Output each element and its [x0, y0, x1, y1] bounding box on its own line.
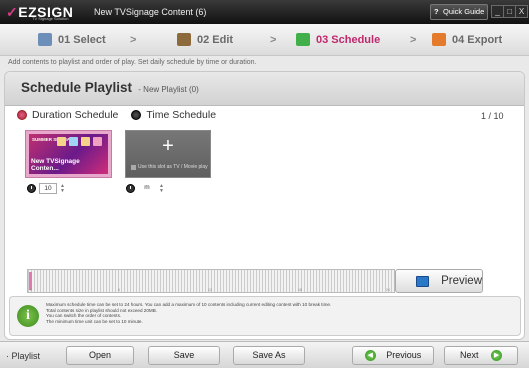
quick-guide-button[interactable]: ? Quick Guide	[430, 4, 488, 20]
edit-icon	[177, 33, 191, 46]
schedule-panel: Schedule Playlist - New Playlist (0) Dur…	[4, 71, 525, 340]
step-label: 04 Export	[452, 33, 503, 46]
slot-duration: m ▲ ▼	[126, 183, 164, 194]
save-as-button[interactable]: Save As	[233, 346, 305, 365]
previous-label: Previous	[386, 350, 422, 360]
product-tile	[81, 137, 90, 146]
add-slot-text: Use this slot as TV / Movie play	[138, 164, 208, 170]
panel-title: Schedule Playlist	[21, 80, 133, 95]
step-arrow: >	[410, 34, 417, 46]
content-thumbnail[interactable]: SUMMER SPECIALS New TVSignage Conten...	[25, 130, 112, 178]
step-arrow: >	[270, 34, 277, 46]
arrow-left-icon: ◀	[364, 350, 376, 362]
previous-button[interactable]: ◀ Previous	[352, 346, 434, 365]
info-line: The minimum time unit can be set to 10 m…	[46, 318, 143, 324]
step-export[interactable]: 04 Export	[432, 33, 502, 46]
plus-icon: +	[162, 135, 174, 157]
bottom-toolbar: · Playlist Open Save Save As ◀ Previous …	[0, 341, 529, 368]
close-button[interactable]: X	[515, 5, 528, 18]
content-caption: New TVSignage Conten...	[31, 158, 80, 172]
playlist-name: - New Playlist (0)	[138, 85, 199, 94]
content-preview-image: SUMMER SPECIALS New TVSignage Conten...	[29, 134, 108, 174]
step-arrow: >	[130, 34, 137, 46]
next-button[interactable]: Next ▶	[444, 346, 518, 365]
duration-schedule-radio[interactable]	[17, 110, 27, 120]
export-icon	[432, 33, 446, 46]
stepper-down-icon[interactable]: ▼	[159, 188, 164, 194]
step-label: 01 Select	[58, 33, 106, 46]
product-tile	[93, 137, 102, 146]
timeline-tick: 12	[208, 288, 212, 292]
preview-button[interactable]: Preview	[395, 269, 483, 293]
monitor-icon	[416, 275, 430, 287]
stepper-down-icon[interactable]: ▼	[60, 188, 65, 194]
schedule-timeline[interactable]: 0 6 12 18 24	[27, 269, 395, 293]
checkbox-icon[interactable]	[131, 164, 136, 170]
logo-subtitle: TV Signage Solution	[32, 16, 69, 21]
timeline-tick: 6	[118, 288, 120, 292]
step-label: 03 Schedule	[316, 33, 381, 46]
preview-label: Preview	[441, 275, 482, 287]
quick-guide-label: Quick Guide	[443, 7, 485, 16]
duration-stepper[interactable]: ▲ ▼	[60, 183, 65, 194]
add-content-slot[interactable]: + Use this slot as TV / Movie play	[125, 130, 211, 178]
step-edit[interactable]: 02 Edit	[177, 33, 233, 46]
clock-icon	[126, 184, 135, 193]
product-tile	[57, 137, 66, 146]
info-icon: i	[17, 305, 39, 327]
time-schedule-radio[interactable]	[131, 110, 142, 120]
step-schedule[interactable]: 03 Schedule	[296, 33, 380, 46]
info-box: i Maximum schedule time can be set to 24…	[9, 296, 521, 336]
step-select[interactable]: 01 Select	[38, 33, 106, 46]
arrow-right-icon: ▶	[491, 350, 503, 362]
help-icon: ?	[434, 7, 439, 16]
next-label: Next	[459, 350, 479, 360]
time-schedule-label[interactable]: Time Schedule	[146, 109, 216, 121]
slot-duration-stepper[interactable]: ▲ ▼	[159, 183, 164, 194]
panel-header: Schedule Playlist - New Playlist (0)	[5, 72, 524, 106]
info-text: Maximum schedule time can be set to 24 h…	[46, 302, 514, 324]
save-button[interactable]: Save	[148, 346, 220, 365]
select-icon	[38, 33, 52, 46]
duration-input[interactable]: 10	[39, 183, 57, 194]
window-title: New TVSignage Content (6)	[94, 7, 207, 17]
timeline-tick: 0	[30, 288, 32, 292]
title-bar: ✓EZSIGN TV Signage Solution New TVSignag…	[0, 0, 529, 24]
step-navigation: 01 Select > 02 Edit > 03 Schedule > 04 E…	[0, 24, 529, 56]
timeline-tick: 24	[386, 288, 390, 292]
clock-icon	[27, 184, 36, 193]
timeline-tick: 18	[298, 288, 302, 292]
step-label: 02 Edit	[197, 33, 234, 46]
add-slot-label: Use this slot as TV / Movie play	[131, 164, 208, 170]
open-button[interactable]: Open	[66, 346, 134, 365]
slot-duration-input[interactable]: m	[138, 183, 156, 194]
product-tile	[69, 137, 78, 146]
playlist-label: · Playlist	[6, 351, 41, 361]
instruction-text: Add contents to playlist and order of pl…	[8, 59, 257, 66]
content-duration: 10 ▲ ▼	[27, 183, 65, 194]
page-count: 1 / 10	[481, 111, 504, 121]
schedule-mode: Duration Schedule Time Schedule	[17, 109, 216, 121]
schedule-icon	[296, 33, 310, 46]
duration-schedule-label[interactable]: Duration Schedule	[32, 109, 118, 121]
